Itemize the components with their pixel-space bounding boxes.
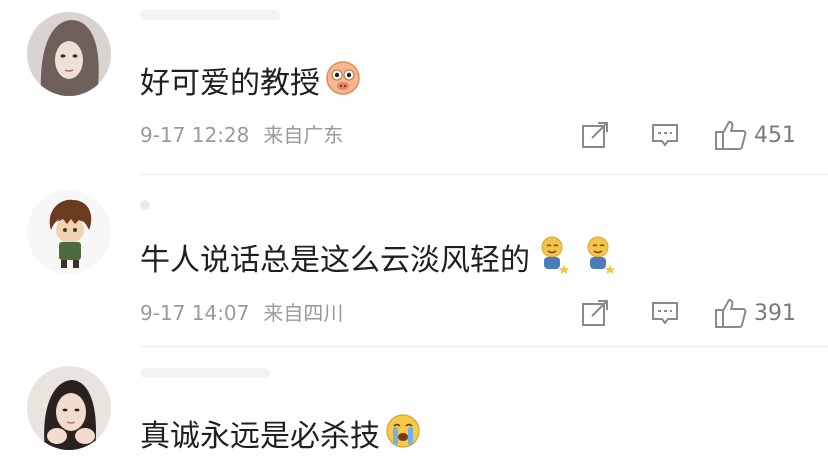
thumbs-up-icon <box>715 299 747 328</box>
username-placeholder <box>140 368 270 378</box>
comment-button[interactable] <box>650 118 680 152</box>
smiling-sitting-emoji-icon <box>584 235 616 286</box>
comment-time: 9-17 14:07 <box>140 301 250 325</box>
comment-meta: 9-17 12:28 来自广东 <box>140 122 343 148</box>
comment-text: 好可爱的教授 <box>140 59 362 108</box>
smiling-sitting-emoji-icon <box>538 235 570 286</box>
avatar[interactable] <box>27 190 111 274</box>
comment-text: 真诚永远是必杀技 <box>140 412 422 461</box>
comment-location: 来自广东 <box>263 123 344 147</box>
pig-nose-emoji-icon <box>324 59 362 108</box>
divider <box>140 346 828 347</box>
share-button[interactable] <box>580 118 610 152</box>
like-count: 451 <box>754 122 796 148</box>
share-icon <box>582 300 608 326</box>
comment-item: 真诚永远是必杀技 <box>0 348 828 462</box>
comment-icon <box>652 124 678 147</box>
comment-item: 牛人说话总是这么云淡风轻的 9-17 14:07 来自四川 391 <box>0 176 828 346</box>
comment-text: 牛人说话总是这么云淡风轻的 <box>140 235 616 286</box>
comment-meta: 9-17 14:07 来自四川 <box>140 300 343 326</box>
comment-icon <box>652 302 678 325</box>
share-icon <box>582 122 608 148</box>
like-button[interactable]: 391 <box>714 296 796 330</box>
like-count: 391 <box>754 300 796 326</box>
comment-location: 来自四川 <box>263 301 344 325</box>
comment-button[interactable] <box>650 296 680 330</box>
divider <box>140 174 828 175</box>
comment-actions: 451 <box>580 118 810 152</box>
crying-face-emoji-icon <box>384 412 422 461</box>
comment-time: 9-17 12:28 <box>140 123 250 147</box>
thumbs-up-icon <box>715 121 747 150</box>
comment-item: 好可爱的教授 9-17 12:28 来自广东 451 <box>0 0 828 170</box>
avatar[interactable] <box>27 366 111 450</box>
share-button[interactable] <box>580 296 610 330</box>
comment-actions: 391 <box>580 296 810 330</box>
username-placeholder <box>140 200 150 210</box>
like-button[interactable]: 451 <box>714 118 796 152</box>
avatar[interactable] <box>27 12 111 96</box>
username-placeholder <box>140 10 280 20</box>
